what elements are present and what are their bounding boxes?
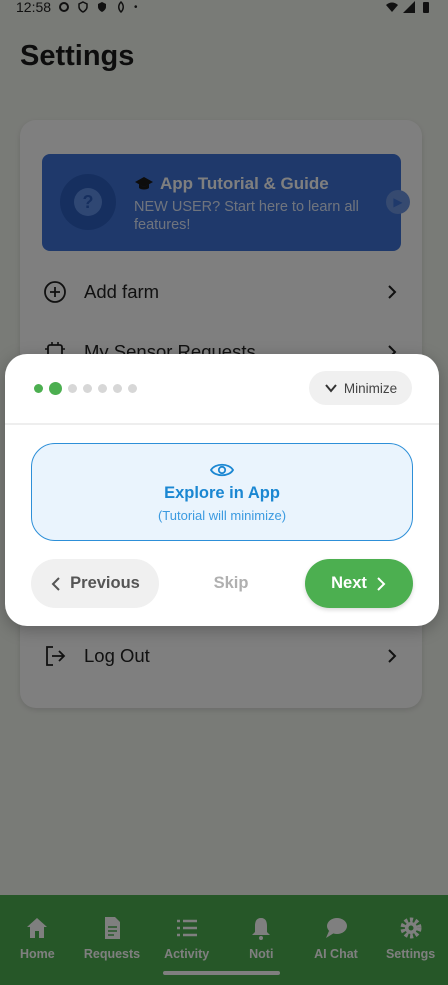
progress-dots xyxy=(34,382,137,395)
chevron-down-icon xyxy=(325,384,337,393)
skip-button[interactable]: Skip xyxy=(191,559,271,608)
previous-label: Previous xyxy=(70,574,140,592)
explore-in-app-button[interactable]: Explore in App (Tutorial will minimize) xyxy=(31,443,413,541)
next-label: Next xyxy=(331,574,367,592)
next-button[interactable]: Next xyxy=(305,559,413,608)
minimize-button[interactable]: Minimize xyxy=(309,371,412,405)
chevron-left-icon xyxy=(51,576,60,591)
progress-dot xyxy=(128,384,137,393)
chevron-right-icon xyxy=(377,576,386,591)
progress-dot xyxy=(68,384,77,393)
explore-title: Explore in App xyxy=(164,483,280,502)
explore-subtitle: (Tutorial will minimize) xyxy=(157,507,287,523)
previous-button[interactable]: Previous xyxy=(31,559,159,608)
progress-dot xyxy=(113,384,122,393)
minimize-label: Minimize xyxy=(343,380,398,396)
eye-icon xyxy=(210,463,234,476)
progress-dot xyxy=(98,384,107,393)
modal-divider xyxy=(5,423,439,425)
progress-dot-active xyxy=(49,382,62,395)
progress-dot xyxy=(34,384,43,393)
tutorial-modal: Minimize Explore in App (Tutorial will m… xyxy=(5,354,439,626)
progress-dot xyxy=(83,384,92,393)
